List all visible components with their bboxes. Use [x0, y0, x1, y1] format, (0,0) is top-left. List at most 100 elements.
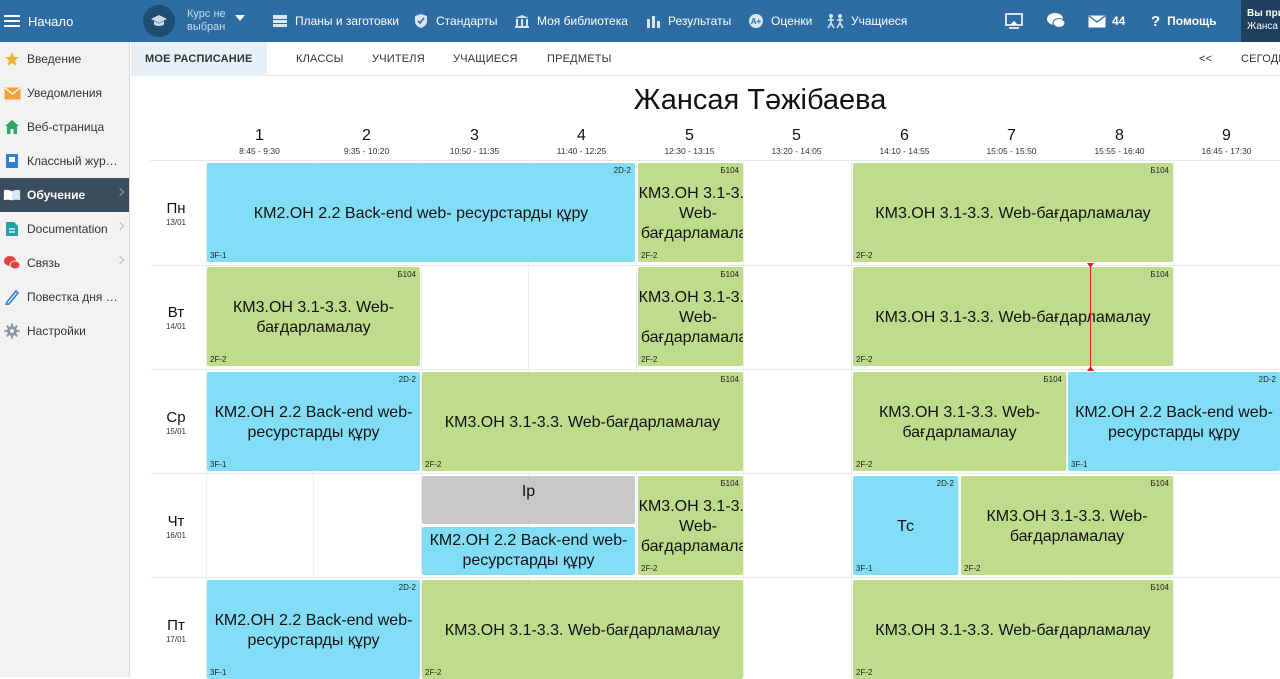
lesson-card[interactable]: 2D-2 КМ2.ОН 2.2 Back-end web- ресурстард…	[1068, 372, 1280, 471]
lesson-room: 2D-2	[1258, 375, 1276, 384]
day-name: Ср	[166, 409, 186, 426]
chat-icon	[3, 254, 21, 272]
period-number: 5	[792, 127, 801, 144]
lesson-group: 2F-2	[641, 251, 658, 260]
row-divider	[150, 265, 1280, 266]
messages-count: 44	[1112, 14, 1126, 28]
lesson-card[interactable]: КМ3.ОН 3.1-3.3. Web-бағдарламалау 2F-2	[422, 580, 743, 679]
tab-classes[interactable]: КЛАССЫ	[296, 42, 344, 76]
period-header: 6 14:10 - 14:55	[851, 126, 958, 156]
lesson-group: 2F-2	[425, 668, 442, 677]
day-date: 17/01	[165, 635, 187, 644]
lesson-card[interactable]: Б104 КМ3.ОН 3.1-3.3. Web-бағдарламалау 2…	[638, 163, 743, 262]
period-number: 5	[685, 127, 694, 144]
lesson-card[interactable]: КМ2.ОН 2.2 Back-end web- ресурстарды құр…	[422, 527, 635, 575]
nav-plans[interactable]: Планы и заготовки	[270, 0, 399, 42]
period-time: 16:45 - 17:30	[1201, 146, 1252, 156]
cast-icon[interactable]	[1004, 0, 1024, 42]
lesson-card[interactable]: Б104 КМ3.ОН 3.1-3.3. Web-бағдарламалау 2…	[853, 372, 1066, 471]
lesson-card[interactable]: 2D-2 КМ2.ОН 2.2 Back-end web- ресурстард…	[207, 163, 635, 262]
sidebar-item-notifications[interactable]: Уведомления	[0, 76, 129, 110]
lesson-title-wrap: КМ3.ОН 3.1-3.3. Web-бағдарламалау	[638, 179, 743, 248]
period-number: 7	[1007, 127, 1016, 144]
students-icon	[826, 11, 846, 31]
nav-results[interactable]: Результаты	[643, 0, 731, 42]
period-time: 12:30 - 13:15	[664, 146, 715, 156]
lesson-title: КМ3.ОН 3.1-3.3. Web-бағдарламалау	[875, 308, 1151, 326]
period-header: 1 8:45 - 9:30	[206, 126, 313, 156]
day-label: Чт 16/01	[150, 513, 202, 541]
help-button[interactable]: ? Помощь	[1151, 0, 1217, 42]
lesson-room: Б104	[720, 479, 739, 488]
lesson-group: 3F-1	[1071, 460, 1088, 469]
user-menu[interactable]: Вы при Жанса	[1241, 0, 1280, 42]
nav-plans-label: Планы и заготовки	[295, 14, 399, 28]
shield-icon	[411, 11, 431, 31]
home-menu-button[interactable]: Начало	[0, 0, 130, 42]
sidebar-item-communication[interactable]: Связь	[0, 246, 129, 280]
nav-grades[interactable]: A+ Оценки	[746, 0, 812, 42]
lesson-title: Ip	[521, 483, 536, 500]
tab-my-schedule[interactable]: МОЕ РАСПИСАНИЕ	[131, 42, 267, 76]
lesson-group: 3F-1	[210, 668, 227, 677]
lesson-card[interactable]: Б104 КМ3.ОН 3.1-3.3. Web-бағдарламалау 2…	[853, 267, 1173, 366]
day-label: Пт 17/01	[150, 617, 202, 645]
day-name: Вт	[167, 304, 185, 321]
lesson-card[interactable]: Б104 КМ3.ОН 3.1-3.3. Web-бағдарламалау 2…	[853, 163, 1173, 262]
sidebar-item-documentation[interactable]: Documentation	[0, 212, 129, 246]
chevron-down-icon[interactable]	[235, 15, 245, 21]
lesson-card[interactable]: Б104 КМ3.ОН 3.1-3.3. Web-бағдарламалау 2…	[422, 372, 743, 471]
period-time: 13:20 - 14:05	[771, 146, 822, 156]
envelope-icon	[1088, 14, 1106, 28]
graduation-cap-icon[interactable]	[143, 5, 175, 37]
period-header: 7 15:05 - 15:50	[958, 126, 1065, 156]
period-number: 9	[1222, 127, 1231, 144]
period-time: 11:40 - 12:25	[556, 146, 607, 156]
svg-text:A+: A+	[751, 17, 762, 26]
sidebar-item-intro[interactable]: Введение	[0, 42, 129, 76]
nav-students[interactable]: Учащиеся	[826, 0, 907, 42]
nav-standards[interactable]: Стандарты	[411, 0, 498, 42]
lesson-card[interactable]: 2D-2 КМ2.ОН 2.2 Back-end web- ресурстард…	[207, 372, 420, 471]
lesson-group: 2F-2	[641, 564, 658, 573]
sidebar-item-learning[interactable]: Обучение	[0, 178, 129, 212]
period-time: 14:10 - 14:55	[879, 146, 930, 156]
period-header: 5 13:20 - 14:05	[743, 126, 850, 156]
lesson-title: КМ2.ОН 2.2 Back-end web- ресурстарды құр…	[429, 532, 628, 569]
lesson-room: Б104	[1150, 166, 1169, 175]
tab-students[interactable]: УЧАЩИЕСЯ	[453, 42, 518, 76]
lesson-title: КМ3.ОН 3.1-3.3. Web-бағдарламалау	[638, 184, 743, 242]
sidebar-item-gradebook[interactable]: Классный жур…	[0, 144, 129, 178]
course-selector[interactable]: Курс не выбран	[187, 8, 235, 34]
today-button[interactable]: СЕГОДН	[1241, 42, 1280, 76]
schedule-title: Жансая Тәжібаева	[633, 84, 887, 116]
sidebar-item-label: Веб-страница	[27, 120, 105, 134]
sidebar-item-agenda[interactable]: Повестка дня …	[0, 280, 129, 314]
lesson-room: Б104	[1150, 479, 1169, 488]
day-name: Чт	[167, 513, 185, 530]
lesson-card[interactable]: Б104 КМ3.ОН 3.1-3.3. Web-бағдарламалау 2…	[638, 267, 743, 366]
nav-library[interactable]: Моя библиотека	[512, 0, 628, 42]
chat-bubble-icon[interactable]	[1046, 0, 1066, 42]
lesson-card[interactable]: Б104 КМ3.ОН 3.1-3.3. Web-бағдарламалау 2…	[207, 267, 420, 366]
sidebar-item-webpage[interactable]: Веб-страница	[0, 110, 129, 144]
schedule-tabs: МОЕ РАСПИСАНИЕ КЛАССЫ УЧИТЕЛЯ УЧАЩИЕСЯ П…	[131, 42, 1280, 76]
lesson-group: 3F-1	[210, 251, 227, 260]
sidebar-item-settings[interactable]: Настройки	[0, 314, 129, 348]
tab-teachers[interactable]: УЧИТЕЛЯ	[372, 42, 425, 76]
sidebar-item-label: Повестка дня …	[27, 290, 118, 304]
messages-button[interactable]: 44	[1088, 0, 1125, 42]
lesson-card[interactable]: 2D-2 Тс 3F-1	[853, 476, 958, 575]
document-icon	[3, 220, 21, 238]
lesson-room: Б104	[720, 375, 739, 384]
lesson-card[interactable]: Ip	[422, 476, 635, 524]
lesson-card[interactable]: Б104 КМ3.ОН 3.1-3.3. Web-бағдарламалау 2…	[961, 476, 1173, 575]
lesson-title-wrap: КМ3.ОН 3.1-3.3. Web-бағдарламалау	[638, 283, 743, 352]
prev-week-button[interactable]: <<	[1199, 42, 1212, 76]
lesson-card[interactable]: Б104 КМ3.ОН 3.1-3.3. Web-бағдарламалау 2…	[853, 580, 1173, 679]
lesson-group: 2F-2	[210, 355, 227, 364]
lesson-card[interactable]: Б104 КМ3.ОН 3.1-3.3. Web-бағдарламалау 2…	[638, 476, 743, 575]
sidebar-item-label: Обучение	[27, 188, 86, 202]
lesson-card[interactable]: 2D-2 КМ2.ОН 2.2 Back-end web- ресурстард…	[207, 580, 420, 679]
tab-subjects[interactable]: ПРЕДМЕТЫ	[547, 42, 612, 76]
